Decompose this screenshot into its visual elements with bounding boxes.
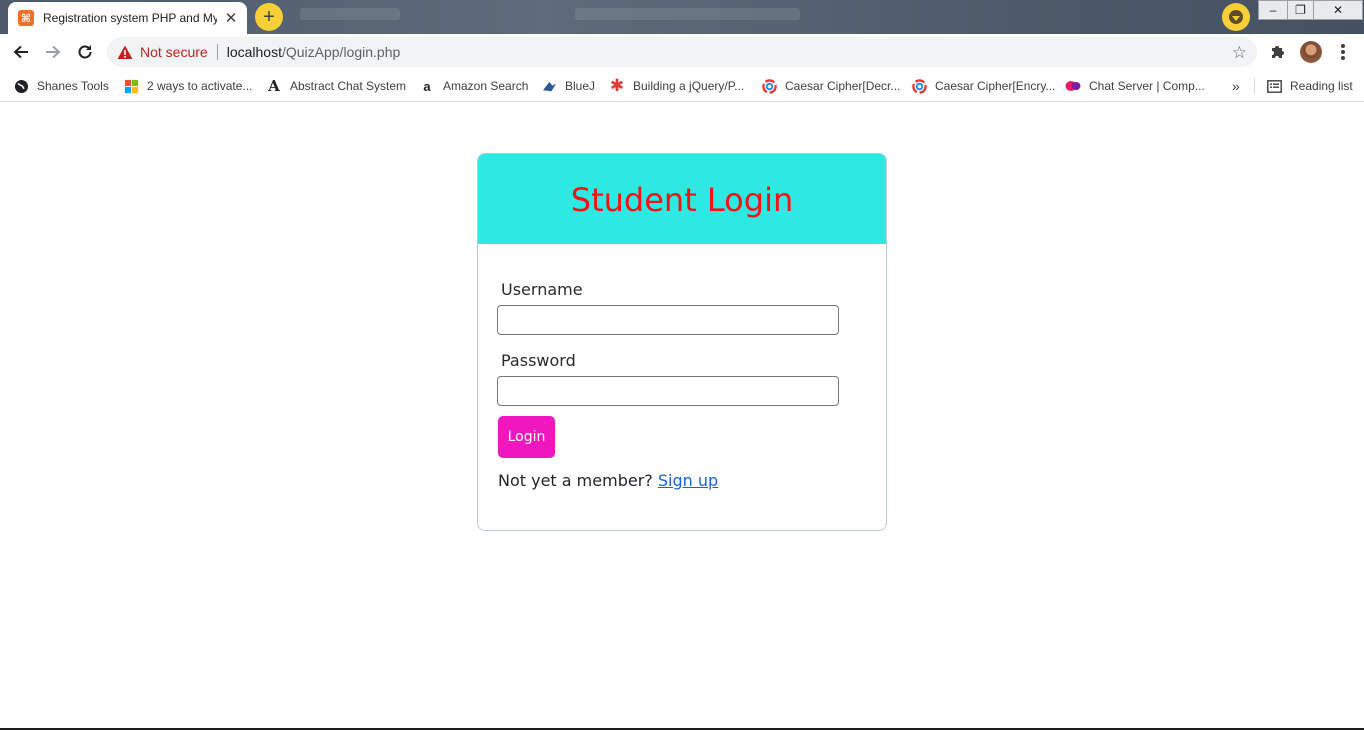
reading-list-icon bbox=[1266, 78, 1282, 94]
url-path: /QuizApp/login.php bbox=[281, 44, 401, 60]
bookmarks-overflow-icon[interactable]: » bbox=[1232, 78, 1240, 94]
username-label: Username bbox=[501, 280, 583, 299]
login-card: Student Login Username Password Login No… bbox=[477, 153, 887, 531]
asterisk-icon: ✱ bbox=[609, 76, 625, 95]
tab-search-button[interactable] bbox=[1222, 3, 1250, 31]
reload-button[interactable] bbox=[71, 38, 99, 66]
bookmark-label: BlueJ bbox=[565, 79, 596, 93]
password-input[interactable] bbox=[497, 376, 839, 406]
bookmark-item[interactable]: a Amazon Search bbox=[419, 75, 528, 97]
chevron-down-icon bbox=[1229, 10, 1243, 24]
reading-list-button[interactable]: Reading list bbox=[1266, 75, 1353, 97]
signup-prompt-text: Not yet a member? bbox=[498, 471, 653, 490]
bookmark-item[interactable]: Chat Server | Comp... bbox=[1065, 75, 1205, 97]
bookmark-item[interactable]: BlueJ bbox=[541, 75, 595, 97]
not-secure-label[interactable]: Not secure bbox=[140, 44, 208, 60]
back-button[interactable] bbox=[7, 38, 35, 66]
reload-icon bbox=[78, 45, 92, 59]
background-blur bbox=[575, 8, 800, 20]
bookmark-item[interactable]: Caesar Cipher[Encry... bbox=[911, 75, 1056, 97]
bookmark-star-icon[interactable]: ☆ bbox=[1232, 43, 1247, 63]
login-card-header: Student Login bbox=[478, 154, 886, 244]
bookmark-label: Building a jQuery/P... bbox=[633, 79, 745, 93]
bookmark-item[interactable]: A Abstract Chat System bbox=[266, 75, 406, 97]
address-bar[interactable]: Not secure localhost/QuizApp/login.php ☆ bbox=[107, 37, 1257, 67]
signup-link[interactable]: Sign up bbox=[658, 471, 718, 490]
bookmark-item[interactable]: Shanes Tools bbox=[13, 75, 109, 97]
reading-list-label: Reading list bbox=[1290, 79, 1353, 93]
background-blur bbox=[300, 8, 400, 20]
bookmark-label: Caesar Cipher[Encry... bbox=[935, 79, 1056, 93]
forward-button[interactable] bbox=[39, 38, 67, 66]
bookmark-label: 2 ways to activate... bbox=[147, 79, 253, 93]
url-host: localhost bbox=[226, 44, 282, 60]
signup-prompt: Not yet a member? Sign up bbox=[498, 471, 718, 490]
login-button[interactable]: Login bbox=[498, 416, 555, 458]
extensions-puzzle-icon[interactable] bbox=[1268, 42, 1288, 62]
browser-title-bar: ⌘ Registration system PHP and My ✕ + – ❐… bbox=[0, 0, 1364, 34]
browser-toolbar: Not secure localhost/QuizApp/login.php ☆ bbox=[0, 34, 1364, 70]
bookmarks-bar: Shanes Tools 2 ways to activate... A Abs… bbox=[0, 70, 1364, 102]
minimize-window-button[interactable]: – bbox=[1258, 0, 1288, 20]
windows-icon bbox=[123, 78, 139, 94]
new-tab-button[interactable]: + bbox=[255, 3, 283, 31]
bookmark-item[interactable]: ✱ Building a jQuery/P... bbox=[609, 75, 744, 97]
bookmark-label: Chat Server | Comp... bbox=[1089, 79, 1205, 93]
url-text[interactable]: localhost/QuizApp/login.php bbox=[227, 44, 401, 60]
globe-icon bbox=[13, 78, 29, 94]
page-title: Student Login bbox=[570, 181, 794, 219]
restore-window-button[interactable]: ❐ bbox=[1287, 0, 1314, 20]
bookmark-item[interactable]: Caesar Cipher[Decr... bbox=[761, 75, 900, 97]
bookmark-label: Caesar Cipher[Decr... bbox=[785, 79, 901, 93]
warning-icon[interactable] bbox=[117, 44, 133, 60]
password-label: Password bbox=[501, 351, 576, 370]
bluej-icon bbox=[541, 78, 557, 94]
swirl-icon bbox=[761, 78, 777, 94]
letter-a-icon: A bbox=[268, 77, 280, 95]
bookmark-item[interactable]: 2 ways to activate... bbox=[123, 75, 252, 97]
browser-tab[interactable]: ⌘ Registration system PHP and My ✕ bbox=[8, 2, 247, 34]
bookmark-label: Amazon Search bbox=[443, 79, 529, 93]
profile-avatar[interactable] bbox=[1300, 41, 1322, 63]
username-input[interactable] bbox=[497, 305, 839, 335]
tab-title: Registration system PHP and My bbox=[43, 11, 218, 25]
browser-menu-icon[interactable] bbox=[1335, 42, 1351, 62]
back-arrow-icon bbox=[13, 45, 28, 59]
chat-icon bbox=[1065, 78, 1081, 94]
tab-close-icon[interactable]: ✕ bbox=[223, 9, 239, 27]
bookmarks-divider bbox=[1254, 78, 1255, 94]
amazon-icon: a bbox=[423, 78, 431, 94]
bookmark-label: Abstract Chat System bbox=[290, 79, 407, 93]
forward-arrow-icon bbox=[46, 45, 61, 59]
address-divider bbox=[216, 44, 218, 60]
swirl-icon bbox=[911, 78, 927, 94]
bookmark-label: Shanes Tools bbox=[37, 79, 109, 93]
xampp-favicon-icon: ⌘ bbox=[18, 10, 34, 26]
close-window-button[interactable]: ✕ bbox=[1313, 0, 1363, 20]
